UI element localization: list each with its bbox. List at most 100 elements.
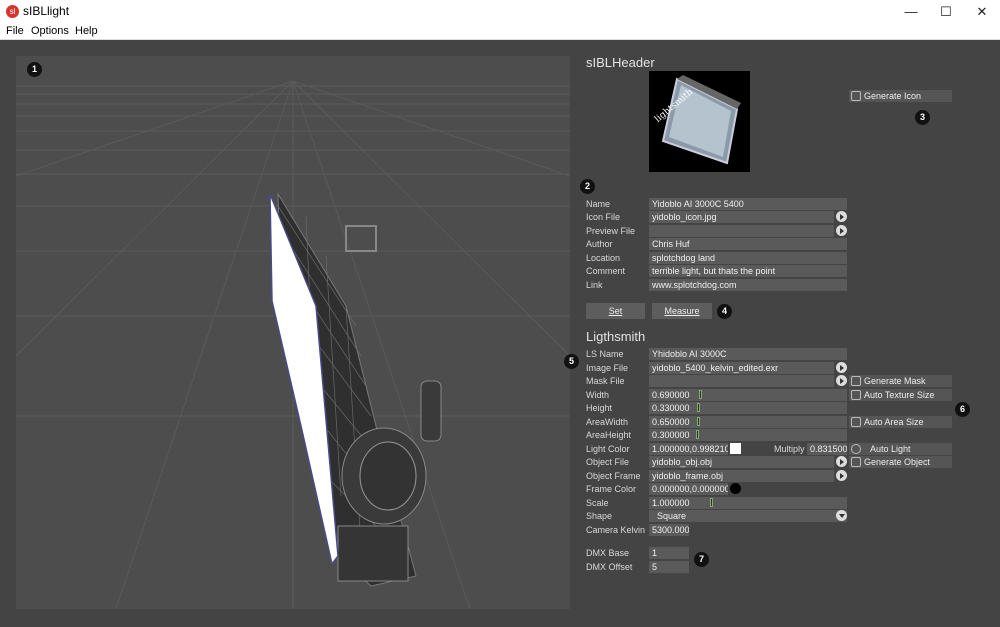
object-file-browse-icon[interactable] <box>836 456 847 467</box>
generate-icon-button[interactable]: Generate Icon <box>849 90 952 102</box>
object-frame-field[interactable]: yidoblo_frame.obj <box>649 470 834 482</box>
badge-4: 4 <box>717 304 732 319</box>
title-bar: sl sIBLlight — ☐ ✕ <box>0 0 1000 23</box>
scale-slider-handle[interactable] <box>710 498 713 507</box>
link-label: Link <box>586 280 603 290</box>
auto-texture-size-button[interactable]: Auto Texture Size <box>849 389 952 401</box>
minimize-button[interactable]: — <box>893 0 929 23</box>
width-slider-handle[interactable] <box>699 390 702 399</box>
area-height-field[interactable]: 0.300000 <box>649 429 847 441</box>
preview-file-browse-icon[interactable] <box>836 225 847 236</box>
measure-button[interactable]: Measure <box>652 303 712 319</box>
main-area: 1 2 3 4 5 6 7 sIBLHeader lightsmith Gene… <box>0 40 1000 627</box>
maximize-button[interactable]: ☐ <box>928 0 964 23</box>
image-file-label: Image File <box>586 363 629 373</box>
generate-object-button[interactable]: Generate Object <box>849 456 952 468</box>
icon-file-label: Icon File <box>586 212 621 222</box>
name-label: Name <box>586 199 611 209</box>
shape-select[interactable]: Square <box>649 510 847 522</box>
badge-2: 2 <box>580 179 595 194</box>
mask-file-label: Mask File <box>586 376 625 386</box>
height-slider-handle[interactable] <box>697 403 700 412</box>
softbox-model <box>269 192 442 587</box>
object-frame-label: Object Frame <box>586 471 641 481</box>
author-label: Author <box>586 239 613 249</box>
softbox-thumbnail <box>661 75 741 165</box>
icon-preview-image: lightsmith <box>649 71 750 172</box>
generate-mask-button[interactable]: Generate Mask <box>849 375 952 387</box>
camera-kelvin-label: Camera Kelvin <box>586 525 646 535</box>
shape-label: Shape <box>586 511 613 521</box>
frame-color-field[interactable]: 0.000000,0.000000, <box>649 483 728 495</box>
lightsmith-section-title: Ligthsmith <box>586 329 646 344</box>
icon-file-browse-icon[interactable] <box>836 211 847 222</box>
scale-label: Scale <box>586 498 609 508</box>
image-file-browse-icon[interactable] <box>836 362 847 373</box>
generate-object-icon <box>851 457 861 467</box>
menu-file[interactable]: File <box>6 25 24 37</box>
generate-mask-icon <box>851 376 861 386</box>
area-width-field[interactable]: 0.650000 <box>649 416 847 428</box>
3d-viewport[interactable] <box>16 56 570 609</box>
area-width-slider-handle[interactable] <box>697 417 700 426</box>
generate-object-label: Generate Object <box>864 457 931 467</box>
set-button[interactable]: Set <box>586 303 645 319</box>
frame-color-swatch[interactable] <box>730 483 741 494</box>
area-height-label: AreaHeight <box>586 430 632 440</box>
height-field[interactable]: 0.330000 <box>649 402 847 414</box>
preview-file-label: Preview File <box>586 226 636 236</box>
app-logo-icon: sl <box>6 5 19 18</box>
auto-light-button[interactable]: Auto Light <box>849 443 952 455</box>
menu-bar: File Options Help <box>0 23 1000 40</box>
light-color-field[interactable]: 1.000000,0.998210, <box>649 443 728 455</box>
location-field[interactable]: splotchdog land <box>649 252 847 264</box>
area-height-slider-handle[interactable] <box>696 430 699 439</box>
light-color-swatch[interactable] <box>730 443 741 454</box>
dmx-base-label: DMX Base <box>586 548 630 558</box>
generate-icon-icon <box>851 91 861 101</box>
width-field[interactable]: 0.690000 <box>649 389 847 401</box>
auto-texture-size-label: Auto Texture Size <box>864 390 935 400</box>
menu-help[interactable]: Help <box>75 25 98 37</box>
dmx-offset-label: DMX Offset <box>586 562 633 572</box>
badge-5: 5 <box>564 354 579 369</box>
scale-field[interactable]: 1.000000 <box>649 497 847 509</box>
frame-color-label: Frame Color <box>586 484 637 494</box>
height-label: Height <box>586 403 613 413</box>
object-file-label: Object File <box>586 457 630 467</box>
auto-light-label: Auto Light <box>870 444 911 454</box>
multiply-field[interactable]: 0.831500 <box>807 443 847 455</box>
badge-3: 3 <box>915 110 930 125</box>
close-button[interactable]: ✕ <box>964 0 1000 23</box>
camera-kelvin-field[interactable]: 5300.0000 <box>649 524 689 536</box>
mask-file-browse-icon[interactable] <box>836 375 847 386</box>
comment-field[interactable]: terrible light, but thats the point <box>649 265 847 277</box>
object-frame-browse-icon[interactable] <box>836 470 847 481</box>
name-field[interactable]: Yidoblo AI 3000C 5400 <box>649 198 847 210</box>
multiply-label: Multiply <box>774 444 805 454</box>
icon-file-field[interactable]: yidoblo_icon.jpg <box>649 211 834 223</box>
comment-label: Comment <box>586 266 626 276</box>
author-field[interactable]: Chris Huf <box>649 238 847 250</box>
viewport-scene <box>16 80 570 609</box>
auto-area-size-button[interactable]: Auto Area Size <box>849 416 952 428</box>
badge-1: 1 <box>27 62 42 77</box>
shape-dropdown-icon[interactable] <box>836 510 847 521</box>
badge-7: 7 <box>694 552 709 567</box>
dmx-base-field[interactable]: 1 <box>649 547 689 559</box>
light-color-label: Light Color <box>586 444 630 454</box>
menu-options[interactable]: Options <box>31 25 69 37</box>
mask-file-field[interactable] <box>649 375 834 387</box>
link-field[interactable]: www.splotchdog.com <box>649 279 847 291</box>
image-file-field[interactable]: yidoblo_5400_kelvin_edited.exr <box>649 362 834 374</box>
auto-area-size-label: Auto Area Size <box>864 417 924 427</box>
width-label: Width <box>586 390 610 400</box>
generate-mask-label: Generate Mask <box>864 376 926 386</box>
object-file-field[interactable]: yidoblo_obj.obj <box>649 456 834 468</box>
ls-name-field[interactable]: Yhidoblo AI 3000C <box>649 348 847 360</box>
area-width-label: AreaWidth <box>586 417 629 427</box>
dmx-offset-field[interactable]: 5 <box>649 561 689 573</box>
preview-file-field[interactable] <box>649 225 834 237</box>
auto-light-icon <box>851 444 861 454</box>
ls-name-label: LS Name <box>586 349 624 359</box>
